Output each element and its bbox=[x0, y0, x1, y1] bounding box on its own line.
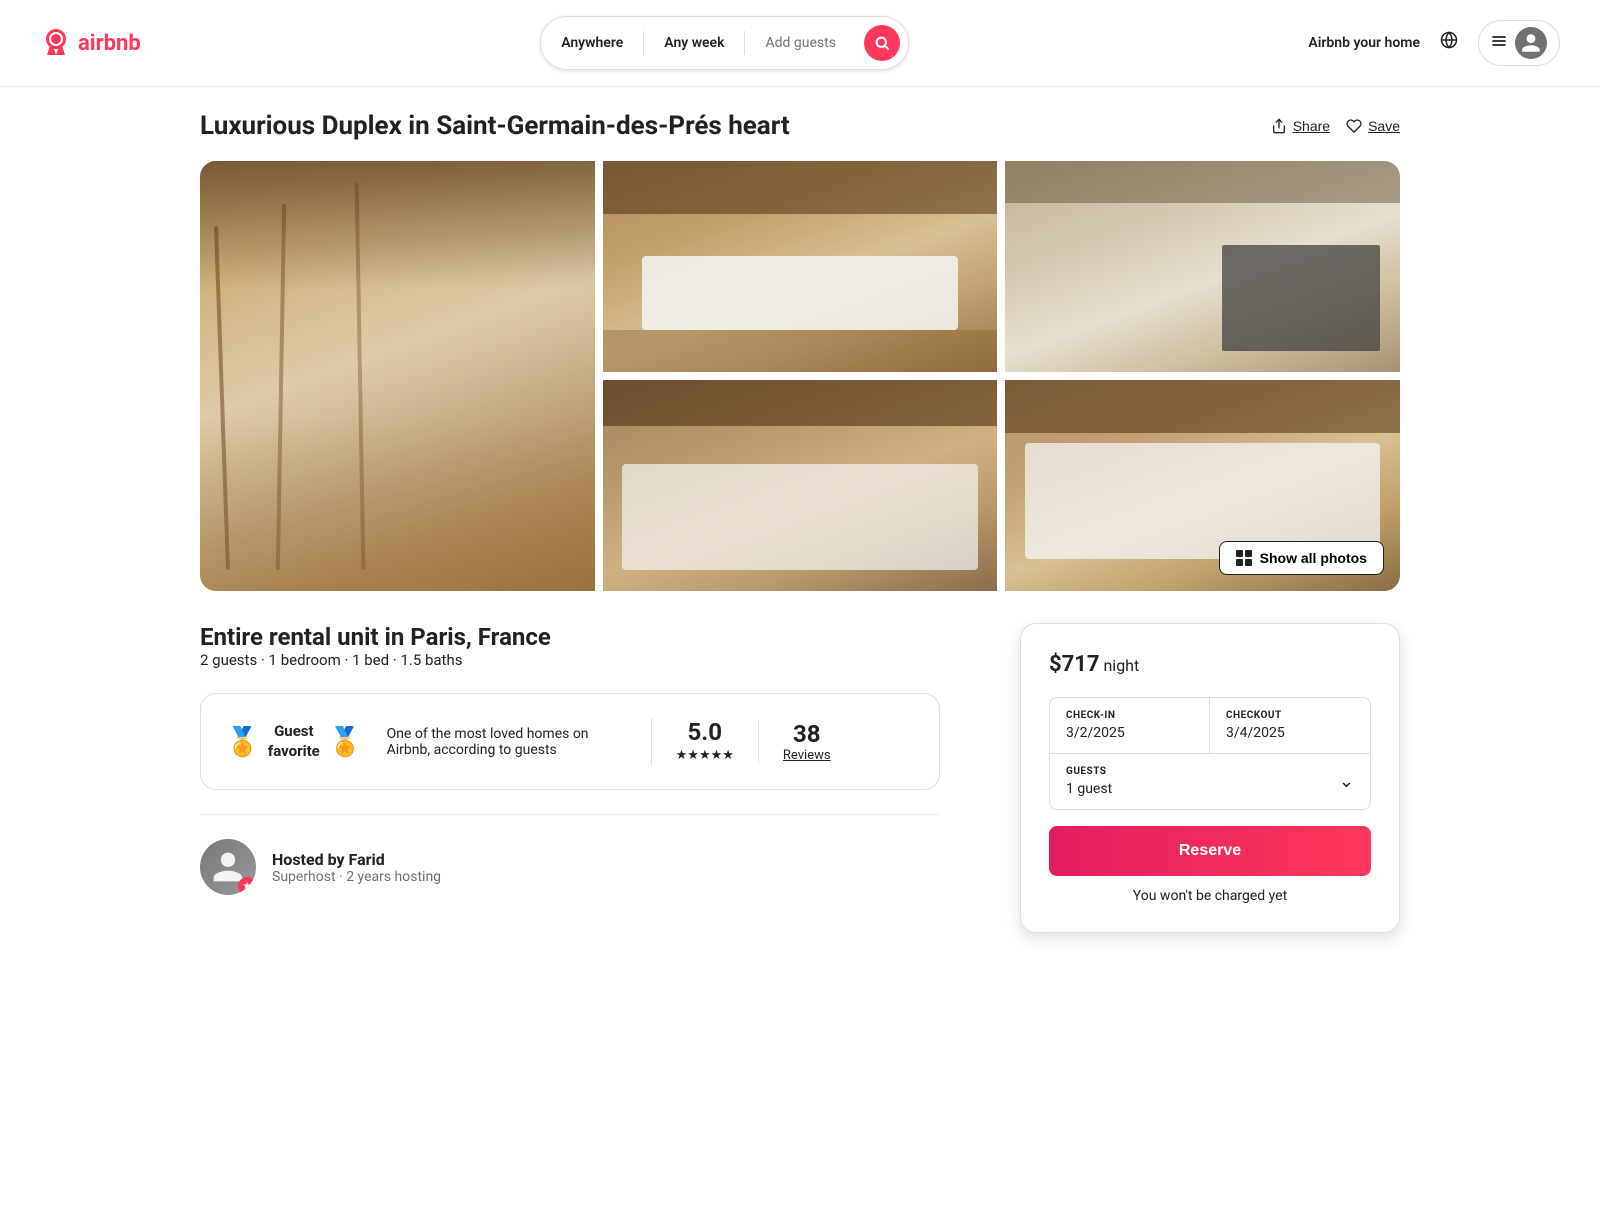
listing-title: Luxurious Duplex in Saint-Germain-des-Pr… bbox=[200, 111, 790, 141]
logo[interactable]: airbnb bbox=[40, 27, 141, 59]
booking-card: $717 night CHECK-IN 3/2/2025 CHECKOUT 3/… bbox=[1020, 623, 1400, 933]
checkout-cell[interactable]: CHECKOUT 3/4/2025 bbox=[1210, 698, 1370, 753]
save-button[interactable]: Save bbox=[1346, 118, 1400, 134]
superhost-badge: ★ bbox=[238, 877, 256, 895]
guest-favorite-description: One of the most loved homes on Airbnb, a… bbox=[387, 726, 627, 758]
menu-button[interactable] bbox=[1478, 20, 1560, 66]
laurel-left-icon: 🏅 bbox=[225, 725, 260, 758]
photo-bottom-right[interactable]: Show all photos bbox=[1005, 380, 1400, 591]
photo-top-middle[interactable] bbox=[603, 161, 998, 372]
listing-left: Entire rental unit in Paris, France 2 gu… bbox=[200, 623, 940, 895]
checkout-value: 3/4/2025 bbox=[1226, 725, 1354, 741]
checkout-label: CHECKOUT bbox=[1226, 710, 1354, 721]
search-anywhere[interactable]: Anywhere bbox=[541, 31, 643, 55]
host-row: ★ Hosted by Farid Superhost · 2 years ho… bbox=[200, 814, 940, 895]
search-bar: Anywhere Any week Add guests bbox=[540, 16, 909, 70]
search-add-guests[interactable]: Add guests bbox=[745, 31, 855, 55]
rating-score: 5.0 bbox=[676, 718, 734, 746]
show-all-photos-button[interactable]: Show all photos bbox=[1219, 541, 1384, 575]
user-avatar bbox=[1515, 27, 1547, 59]
title-row: Luxurious Duplex in Saint-Germain-des-Pr… bbox=[200, 111, 1400, 141]
host-avatar: ★ bbox=[200, 839, 256, 895]
photo-bottom-middle[interactable] bbox=[603, 380, 998, 591]
title-actions: Share Save bbox=[1271, 118, 1400, 134]
checkin-cell[interactable]: CHECK-IN 3/2/2025 bbox=[1050, 698, 1210, 753]
save-label: Save bbox=[1368, 118, 1400, 134]
checkin-value: 3/2/2025 bbox=[1066, 725, 1193, 741]
page-content: Luxurious Duplex in Saint-Germain-des-Pr… bbox=[160, 87, 1440, 957]
reviews-label[interactable]: Reviews bbox=[783, 748, 831, 763]
chevron-down-icon: ⌄ bbox=[1339, 771, 1354, 792]
checkin-label: CHECK-IN bbox=[1066, 710, 1193, 721]
share-button[interactable]: Share bbox=[1271, 118, 1330, 134]
logo-text: airbnb bbox=[78, 31, 141, 56]
listing-meta: 2 guests · 1 bedroom · 1 bed · 1.5 baths bbox=[200, 651, 940, 669]
guests-value: 1 guest bbox=[1066, 781, 1112, 797]
rating-stars: ★★★★★ bbox=[676, 748, 734, 763]
search-button[interactable] bbox=[864, 25, 900, 61]
laurel-right-icon: 🏅 bbox=[328, 725, 363, 758]
hamburger-icon bbox=[1491, 33, 1507, 54]
reserve-button[interactable]: Reserve bbox=[1049, 826, 1371, 876]
globe-button[interactable] bbox=[1436, 27, 1462, 59]
guest-favorite-card: 🏅 Guestfavorite 🏅 One of the most loved … bbox=[200, 693, 940, 790]
hosted-by-label: Hosted by bbox=[272, 850, 345, 869]
per-night-label: night bbox=[1103, 656, 1139, 675]
header-right: Airbnb your home bbox=[1308, 20, 1560, 66]
header: airbnb Anywhere Any week Add guests Airb… bbox=[0, 0, 1600, 87]
guest-favorite-rating: 5.0 ★★★★★ bbox=[651, 718, 734, 765]
share-label: Share bbox=[1293, 118, 1330, 134]
guests-cell[interactable]: GUESTS 1 guest ⌄ bbox=[1049, 754, 1371, 810]
guest-favorite-title: Guestfavorite bbox=[268, 722, 320, 761]
host-name-value: Farid bbox=[349, 850, 385, 869]
price-row: $717 night bbox=[1049, 652, 1371, 677]
host-info: Hosted by Farid Superhost · 2 years host… bbox=[272, 850, 441, 885]
photo-main[interactable] bbox=[200, 161, 595, 591]
date-grid: CHECK-IN 3/2/2025 CHECKOUT 3/4/2025 bbox=[1049, 697, 1371, 754]
photo-grid: Show all photos bbox=[200, 161, 1400, 591]
guests-label: GUESTS bbox=[1066, 766, 1112, 777]
host-sub: Superhost · 2 years hosting bbox=[272, 869, 441, 885]
no-charge-text: You won't be charged yet bbox=[1049, 888, 1371, 904]
show-all-photos-label: Show all photos bbox=[1260, 550, 1367, 566]
price-value: $717 bbox=[1049, 652, 1100, 677]
main-layout: Entire rental unit in Paris, France 2 gu… bbox=[200, 623, 1400, 933]
search-any-week[interactable]: Any week bbox=[644, 31, 744, 55]
host-years: 2 years hosting bbox=[346, 869, 441, 885]
guest-favorite-text: Guestfavorite bbox=[268, 722, 320, 761]
photo-top-right[interactable] bbox=[1005, 161, 1400, 372]
host-name: Hosted by Farid bbox=[272, 850, 441, 869]
guest-favorite-left: 🏅 Guestfavorite 🏅 bbox=[225, 722, 363, 761]
reviews-count: 38 bbox=[783, 720, 831, 748]
guests-left: GUESTS 1 guest bbox=[1066, 766, 1112, 797]
guest-favorite-reviews: 38 Reviews bbox=[758, 720, 831, 763]
superhost-label: Superhost bbox=[272, 869, 336, 885]
airbnb-home-link[interactable]: Airbnb your home bbox=[1308, 35, 1420, 51]
grid-icon bbox=[1236, 550, 1252, 566]
photo-grid-wrapper: Show all photos bbox=[200, 161, 1400, 591]
listing-subtitle: Entire rental unit in Paris, France bbox=[200, 623, 940, 651]
